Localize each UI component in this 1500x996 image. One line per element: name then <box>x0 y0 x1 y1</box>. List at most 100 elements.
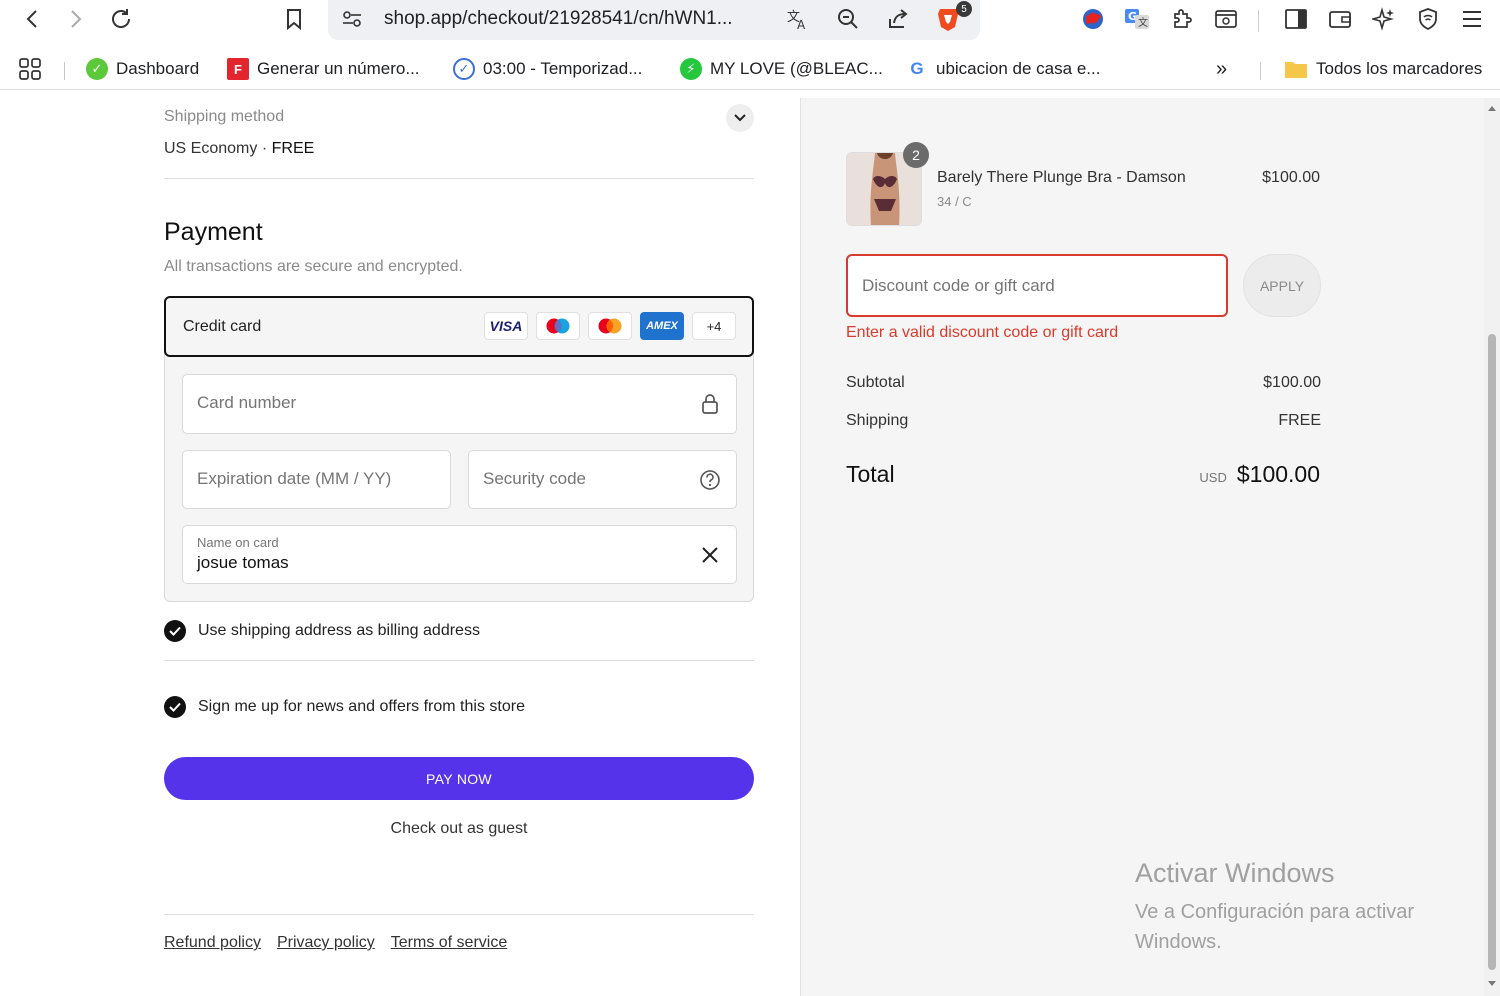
shipping-method-toggle[interactable] <box>726 104 754 132</box>
url-text[interactable]: shop.app/checkout/21928541/cn/hWN1... <box>384 8 733 30</box>
shipping-label: Shipping <box>846 412 909 429</box>
scroll-up-icon[interactable] <box>1487 104 1497 114</box>
extension-globe-icon[interactable] <box>1078 4 1108 34</box>
name-on-card-field[interactable]: Name on card josue tomas <box>182 525 737 584</box>
payment-title: Payment <box>164 218 263 246</box>
clear-icon[interactable] <box>698 543 722 567</box>
discount-placeholder: Discount code or gift card <box>862 276 1055 295</box>
google-translate-icon[interactable]: G文 <box>1122 4 1152 34</box>
brave-shields-icon[interactable]: 5 <box>934 1 972 33</box>
refund-policy-link[interactable]: Refund policy <box>164 934 261 952</box>
shipping-method-name: US Economy <box>164 140 258 157</box>
all-bookmarks-label: Todos los marcadores <box>1316 59 1483 78</box>
vpn-shield-icon[interactable] <box>1413 4 1443 34</box>
forward-button[interactable] <box>60 4 90 34</box>
lightning-favicon-icon: ⚡ <box>680 58 702 80</box>
bookmarks-bar: ✓ Dashboard F Generar un número... ✓ 03:… <box>0 48 1500 90</box>
privacy-policy-link[interactable]: Privacy policy <box>277 934 375 952</box>
svg-text:文: 文 <box>1138 16 1148 29</box>
pay-now-button[interactable]: PAY NOW <box>164 757 754 800</box>
all-bookmarks-button[interactable]: Todos los marcadores <box>1284 56 1482 82</box>
maestro-logo-icon <box>536 312 580 340</box>
shipping-separator: · <box>261 140 268 157</box>
leo-ai-icon[interactable] <box>1369 4 1399 34</box>
checkout-as-guest-link[interactable]: Check out as guest <box>164 820 754 838</box>
checkmark-icon <box>164 620 186 642</box>
shipping-method-price: FREE <box>271 140 315 157</box>
bookmark-my-love[interactable]: ⚡ MY LOVE (@BLEAC... <box>680 56 883 82</box>
credit-card-option[interactable]: Credit card VISA AMEX +4 <box>164 296 754 357</box>
chevron-down-icon <box>734 114 746 122</box>
shipping-row: Shipping FREE <box>846 412 1321 430</box>
security-code-field[interactable]: Security code <box>468 450 737 509</box>
windows-activation-watermark: Activar Windows Ve a Configuración para … <box>1135 858 1455 957</box>
billing-address-checkbox[interactable]: Use shipping address as billing address <box>164 620 480 642</box>
shipping-value: FREE <box>1278 412 1321 429</box>
page-scrollbar[interactable] <box>1484 98 1500 996</box>
expiration-date-field[interactable]: Expiration date (MM / YY) <box>182 450 451 509</box>
footer-divider <box>164 914 754 915</box>
bookmark-temporizador[interactable]: ✓ 03:00 - Temporizad... <box>453 56 642 82</box>
watermark-title: Activar Windows <box>1135 858 1335 888</box>
sidebar-toggle-icon[interactable] <box>1281 4 1311 34</box>
reload-button[interactable] <box>106 4 136 34</box>
subtotal-label: Subtotal <box>846 374 905 391</box>
bookmarks-overflow-button[interactable]: » <box>1216 56 1227 82</box>
scroll-down-icon[interactable] <box>1487 978 1497 988</box>
wallet-icon[interactable] <box>1325 4 1355 34</box>
subtotal-value: $100.00 <box>1263 374 1321 391</box>
back-button[interactable] <box>18 4 48 34</box>
total-label: Total <box>846 461 895 487</box>
reload-icon <box>112 9 131 28</box>
amex-logo-icon: AMEX <box>640 312 684 340</box>
bookmark-ubicacion[interactable]: G ubicacion de casa e... <box>906 56 1100 82</box>
terms-of-service-link[interactable]: Terms of service <box>391 934 507 952</box>
shipping-method-value: US Economy · FREE <box>164 140 314 158</box>
discount-error-message: Enter a valid discount code or gift card <box>846 324 1119 341</box>
zoom-icon[interactable] <box>834 5 862 33</box>
bookmark-label: Dashboard <box>116 59 200 78</box>
credit-card-panel: Credit card VISA AMEX +4 Card number Exp… <box>164 296 754 602</box>
newsletter-checkbox[interactable]: Sign me up for news and offers from this… <box>164 696 525 718</box>
extensions-puzzle-icon[interactable] <box>1167 4 1197 34</box>
expiration-placeholder: Expiration date (MM / YY) <box>197 469 392 488</box>
forward-icon <box>71 10 82 28</box>
bookmarks-divider <box>1260 62 1261 80</box>
total-value: USD $100.00 <box>1199 461 1320 488</box>
svg-text:A: A <box>797 18 806 31</box>
bookmark-dashboard[interactable]: ✓ Dashboard <box>86 56 199 82</box>
brave-badge: 5 <box>956 1 972 17</box>
product-variant: 34 / C <box>937 194 972 209</box>
bookmark-generar-numero[interactable]: F Generar un número... <box>227 56 420 82</box>
watermark-subtitle: Ve a Configuración para activar Windows. <box>1135 901 1415 953</box>
scrollbar-thumb[interactable] <box>1488 334 1496 970</box>
bookmark-label: MY LOVE (@BLEAC... <box>710 59 883 78</box>
card-number-field[interactable]: Card number <box>182 374 737 434</box>
name-on-card-label: Name on card <box>197 535 279 550</box>
currency-code: USD <box>1199 470 1227 485</box>
card-number-placeholder: Card number <box>197 393 297 412</box>
bookmarks-divider <box>64 62 65 80</box>
product-price: $100.00 <box>1262 169 1320 186</box>
browser-toolbar: shop.app/checkout/21928541/cn/hWN1... 文A… <box>0 0 1500 40</box>
more-brands-badge: +4 <box>692 312 736 340</box>
share-icon[interactable] <box>884 5 912 33</box>
translate-icon[interactable]: 文A <box>784 5 812 33</box>
help-circle-icon[interactable] <box>698 468 722 492</box>
apps-button[interactable] <box>18 56 42 82</box>
subtotal-row: Subtotal $100.00 <box>846 374 1321 392</box>
site-settings-icon[interactable] <box>338 5 366 33</box>
screenshot-icon[interactable] <box>1211 4 1241 34</box>
menu-icon[interactable] <box>1457 4 1487 34</box>
bookmark-page-button[interactable] <box>279 4 309 34</box>
credit-card-label: Credit card <box>183 318 262 335</box>
google-favicon-icon: G <box>906 58 928 80</box>
apply-discount-button[interactable]: APPLY <box>1243 254 1321 317</box>
discount-code-input[interactable]: Discount code or gift card <box>846 254 1228 317</box>
visa-logo-icon: VISA <box>484 312 528 340</box>
bookmark-label: ubicacion de casa e... <box>936 59 1101 78</box>
name-on-card-value: josue tomas <box>197 553 289 572</box>
checkout-main: Shipping method US Economy · FREE Paymen… <box>0 98 800 996</box>
address-bar[interactable]: shop.app/checkout/21928541/cn/hWN1... 文A… <box>328 0 980 40</box>
checkmark-icon <box>164 696 186 718</box>
